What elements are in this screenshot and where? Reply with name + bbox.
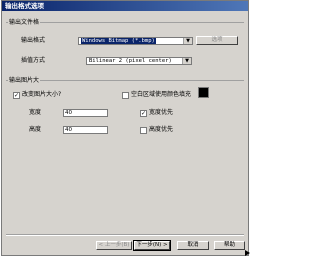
width-label: 宽度 [29, 109, 42, 116]
options-button[interactable]: 选项 [196, 36, 238, 45]
back-button-label: < 上一步(B) [98, 242, 130, 248]
interpolation-value: Bilinear 2 (pixel center) [89, 58, 172, 64]
fill-color-checkbox[interactable] [122, 92, 129, 99]
interpolation-label: 插值方式 [21, 57, 46, 64]
chevron-down-icon[interactable]: ▼ [183, 38, 192, 44]
checkmark-icon: ✓ [141, 110, 147, 117]
chevron-down-icon[interactable]: ▼ [182, 58, 191, 64]
output-format-select[interactable]: Windows Bitmap (*.bmp) ▼ [78, 37, 193, 45]
width-input[interactable]: 40 [63, 109, 108, 117]
height-label: 高度 [29, 126, 42, 133]
width-value: 40 [65, 110, 72, 116]
output-format-value: Windows Bitmap (*.bmp) [81, 38, 156, 44]
height-input[interactable]: 40 [63, 126, 108, 134]
next-button[interactable]: 下一步(N) > [133, 240, 171, 251]
height-priority-label: 高度优先 [149, 126, 174, 133]
footer-divider [6, 234, 244, 236]
help-button-label: 帮助 [223, 242, 235, 248]
options-button-label: 选项 [211, 37, 223, 43]
resize-label: 改变图片大小? [22, 91, 62, 98]
mouse-pointer-icon [245, 250, 250, 256]
next-button-label: 下一步(N) > [136, 242, 168, 248]
width-priority-label: 宽度优先 [149, 109, 174, 116]
dialog-window: 输出格式选项 输出文件格 输出格式 Windows Bitmap (*.bmp)… [1, 0, 249, 256]
title-bar[interactable]: 输出格式选项 [2, 1, 248, 11]
width-priority-checkbox[interactable]: ✓ [140, 110, 147, 117]
fill-color-label: 空白区域使用颜色填充 [131, 91, 192, 98]
checkmark-icon: ✓ [14, 92, 20, 99]
output-format-label: 输出格式 [21, 37, 46, 44]
help-button[interactable]: 帮助 [214, 241, 245, 250]
interpolation-select[interactable]: Bilinear 2 (pixel center) ▼ [86, 57, 192, 65]
window-title: 输出格式选项 [5, 2, 44, 10]
height-priority-checkbox[interactable] [140, 127, 147, 134]
height-value: 40 [65, 127, 72, 133]
output-size-group-label: 输出图片大 [8, 77, 41, 84]
output-size-group: 输出图片大 [6, 77, 244, 225]
back-button[interactable]: < 上一步(B) [96, 241, 132, 250]
output-file-group-label: 输出文件格 [8, 19, 41, 26]
fill-color-swatch[interactable] [198, 87, 209, 98]
resize-checkbox[interactable]: ✓ [13, 92, 20, 99]
cancel-button-label: 取消 [187, 242, 199, 248]
cancel-button[interactable]: 取消 [177, 241, 209, 250]
